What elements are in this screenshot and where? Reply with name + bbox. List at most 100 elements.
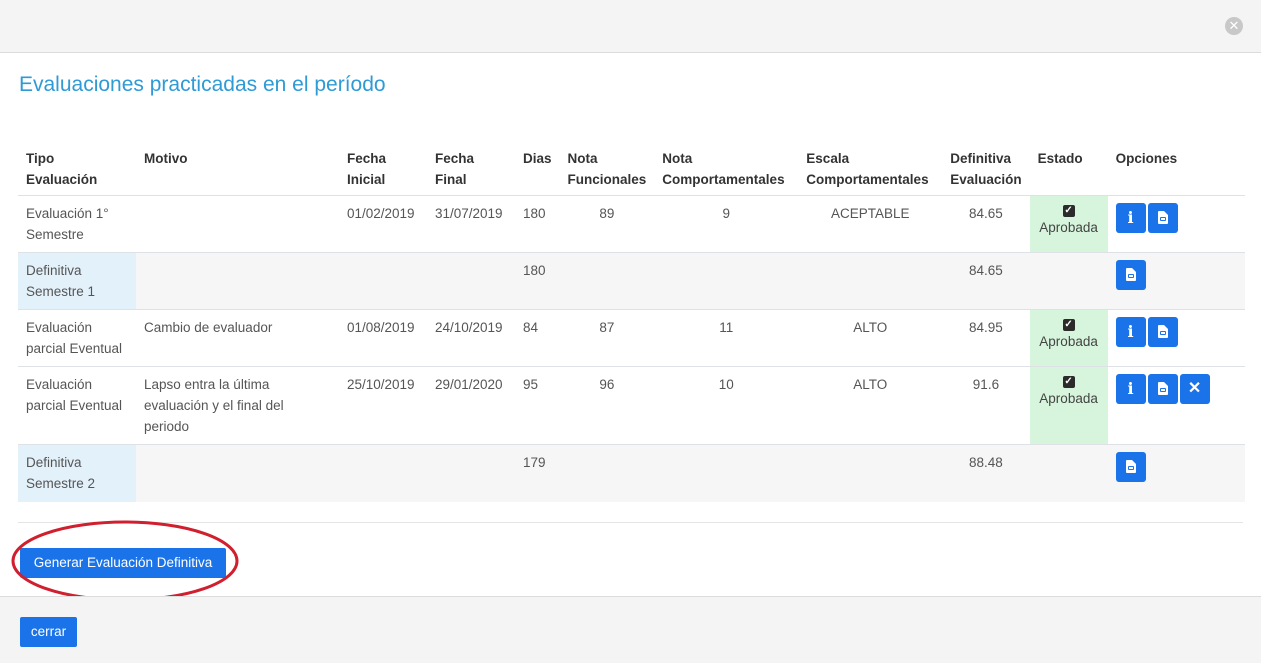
header-tipo: Tipo Evaluación bbox=[18, 143, 136, 196]
cell-opciones bbox=[1107, 444, 1245, 502]
modal-title: Evaluaciones practicadas en el período bbox=[19, 73, 386, 96]
estado-label: Aprobada bbox=[1039, 220, 1098, 235]
info-button[interactable]: i bbox=[1115, 203, 1146, 233]
cell-motivo bbox=[136, 195, 339, 253]
cell-nota-funcionales bbox=[559, 444, 655, 502]
cell-opciones: i ✕ bbox=[1107, 366, 1245, 445]
table-header-row: Tipo Evaluación Motivo Fecha Inicial Fec… bbox=[18, 143, 1245, 196]
cell-fecha-inicial: 01/02/2019 bbox=[339, 195, 427, 253]
pdf-button[interactable] bbox=[1147, 317, 1178, 347]
info-icon: i bbox=[1127, 208, 1134, 227]
cell-fecha-final: 29/01/2020 bbox=[427, 366, 515, 445]
cell-opciones: i bbox=[1107, 309, 1245, 367]
cell-estado: ✓ Aprobada bbox=[1029, 195, 1108, 253]
close-button[interactable]: cerrar bbox=[20, 617, 77, 647]
header-nota-comportamentales: Nota Comportamentales bbox=[654, 143, 799, 196]
cell-definitiva: 84.65 bbox=[942, 252, 1030, 310]
check-icon: ✓ bbox=[1062, 205, 1075, 217]
info-button[interactable]: i bbox=[1115, 374, 1146, 404]
cell-fecha-inicial bbox=[339, 444, 427, 502]
cell-estado: ✓ Aprobada bbox=[1029, 366, 1108, 445]
close-x-icon: ✕ bbox=[1187, 380, 1202, 397]
header-fecha-final: Fecha Final bbox=[427, 143, 515, 196]
cell-escala bbox=[798, 444, 943, 502]
estado-label: Aprobada bbox=[1039, 334, 1098, 349]
header-estado: Estado bbox=[1029, 143, 1108, 196]
info-icon: i bbox=[1127, 379, 1134, 398]
cell-tipo: Definitiva Semestre 1 bbox=[18, 252, 136, 310]
close-icon[interactable]: ✕ bbox=[1225, 17, 1243, 35]
pdf-icon bbox=[1157, 382, 1168, 395]
cell-motivo: Cambio de evaluador bbox=[136, 309, 339, 367]
pdf-button[interactable] bbox=[1147, 374, 1178, 404]
header-fecha-inicial: Fecha Inicial bbox=[339, 143, 427, 196]
evaluations-table: Tipo Evaluación Motivo Fecha Inicial Fec… bbox=[18, 143, 1245, 502]
pdf-icon bbox=[1157, 325, 1168, 338]
cell-definitiva: 84.95 bbox=[942, 309, 1030, 367]
cell-estado: ✓ Aprobada bbox=[1029, 309, 1108, 367]
table-row: Definitiva Semestre 1 180 84.65 bbox=[18, 252, 1245, 310]
cell-escala: ALTO bbox=[798, 309, 943, 367]
cell-fecha-final: 24/10/2019 bbox=[427, 309, 515, 367]
cell-nota-funcionales: 89 bbox=[559, 195, 655, 253]
cell-definitiva: 88.48 bbox=[942, 444, 1030, 502]
cell-fecha-inicial: 25/10/2019 bbox=[339, 366, 427, 445]
cell-fecha-inicial bbox=[339, 252, 427, 310]
header-motivo: Motivo bbox=[136, 143, 339, 196]
cell-fecha-inicial: 01/08/2019 bbox=[339, 309, 427, 367]
header-escala-comportamentales: Escala Comportamentales bbox=[798, 143, 943, 196]
cell-opciones: i bbox=[1107, 195, 1245, 253]
cell-nota-comportamentales bbox=[654, 444, 799, 502]
cell-fecha-final: 31/07/2019 bbox=[427, 195, 515, 253]
table-row: Evaluación parcial Eventual Cambio de ev… bbox=[18, 309, 1245, 367]
table-row: Evaluación 1° Semestre 01/02/2019 31/07/… bbox=[18, 195, 1245, 253]
cell-fecha-final bbox=[427, 252, 515, 310]
info-icon: i bbox=[1127, 322, 1134, 341]
cell-motivo bbox=[136, 252, 339, 310]
cell-tipo: Evaluación parcial Eventual bbox=[18, 366, 136, 445]
cell-tipo: Evaluación parcial Eventual bbox=[18, 309, 136, 367]
cell-nota-comportamentales: 10 bbox=[654, 366, 799, 445]
pdf-icon bbox=[1157, 211, 1168, 224]
cell-dias: 180 bbox=[515, 252, 560, 310]
estado-label: Aprobada bbox=[1039, 391, 1098, 406]
table-row: Evaluación parcial Eventual Lapso entra … bbox=[18, 366, 1245, 445]
cell-estado bbox=[1029, 252, 1108, 310]
annotation-circle bbox=[11, 520, 239, 602]
cell-nota-comportamentales: 11 bbox=[654, 309, 799, 367]
header-nota-funcionales: Nota Funcionales bbox=[559, 143, 655, 196]
cell-definitiva: 84.65 bbox=[942, 195, 1030, 253]
delete-button[interactable]: ✕ bbox=[1179, 374, 1210, 404]
table-row: Definitiva Semestre 2 179 88.48 bbox=[18, 444, 1245, 502]
check-icon: ✓ bbox=[1062, 376, 1075, 388]
cell-nota-comportamentales: 9 bbox=[654, 195, 799, 253]
pdf-button[interactable] bbox=[1147, 203, 1178, 233]
pdf-button[interactable] bbox=[1115, 452, 1146, 482]
cell-dias: 95 bbox=[515, 366, 560, 445]
cell-tipo: Definitiva Semestre 2 bbox=[18, 444, 136, 502]
cell-dias: 179 bbox=[515, 444, 560, 502]
cell-nota-funcionales bbox=[559, 252, 655, 310]
cell-motivo bbox=[136, 444, 339, 502]
cell-nota-funcionales: 87 bbox=[559, 309, 655, 367]
evaluations-table-container: Tipo Evaluación Motivo Fecha Inicial Fec… bbox=[18, 143, 1245, 502]
modal-header: ✕ bbox=[0, 0, 1261, 53]
check-icon: ✓ bbox=[1062, 319, 1075, 331]
header-dias: Dias bbox=[515, 143, 560, 196]
cell-escala: ACEPTABLE bbox=[798, 195, 943, 253]
pdf-button[interactable] bbox=[1115, 260, 1146, 290]
cell-dias: 180 bbox=[515, 195, 560, 253]
cell-escala: ALTO bbox=[798, 366, 943, 445]
cell-nota-comportamentales bbox=[654, 252, 799, 310]
cell-dias: 84 bbox=[515, 309, 560, 367]
cell-opciones bbox=[1107, 252, 1245, 310]
header-definitiva: Definitiva Evaluación bbox=[942, 143, 1030, 196]
modal-footer: cerrar bbox=[0, 596, 1261, 663]
cell-nota-funcionales: 96 bbox=[559, 366, 655, 445]
header-opciones: Opciones bbox=[1107, 143, 1245, 196]
pdf-icon bbox=[1125, 460, 1136, 473]
cell-fecha-final bbox=[427, 444, 515, 502]
cell-motivo: Lapso entra la última evaluación y el fi… bbox=[136, 366, 339, 445]
info-button[interactable]: i bbox=[1115, 317, 1146, 347]
cell-escala bbox=[798, 252, 943, 310]
